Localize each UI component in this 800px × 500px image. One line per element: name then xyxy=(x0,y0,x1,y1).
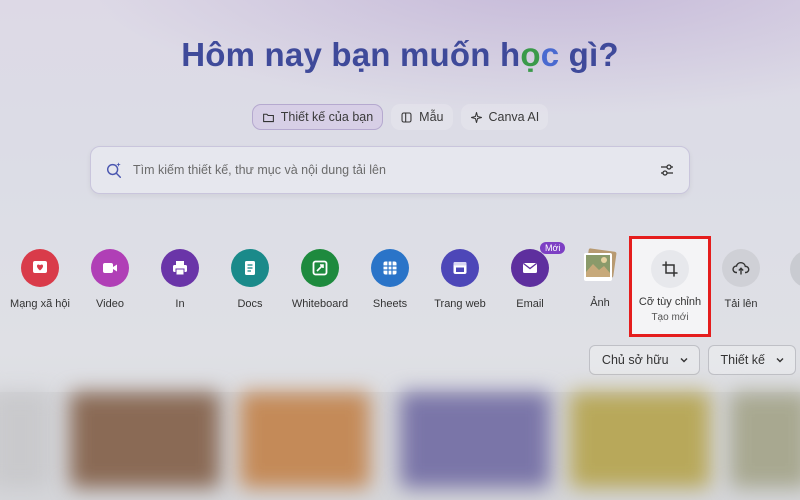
design-filter-label: Thiết kế xyxy=(720,353,765,367)
recent-designs-grid xyxy=(0,392,800,500)
chevron-down-icon xyxy=(680,358,688,363)
category-label: Ảnh xyxy=(590,297,610,309)
headline-letter-2: ọ xyxy=(520,36,541,73)
category-sheets[interactable]: Sheets xyxy=(350,248,430,310)
search-sparkle-icon xyxy=(106,162,122,178)
category-circle xyxy=(441,249,479,287)
category-circle xyxy=(231,249,269,287)
printer-icon xyxy=(173,261,187,276)
owner-filter-dropdown[interactable]: Chủ sở hữu xyxy=(588,345,700,375)
sparkle-icon xyxy=(470,111,482,123)
headline-letter-3: c xyxy=(540,36,560,73)
design-filter-dropdown[interactable]: Thiết kế xyxy=(707,345,796,375)
search-input[interactable] xyxy=(133,163,659,177)
category-photos[interactable]: Ảnh xyxy=(560,248,640,309)
category-circle xyxy=(511,249,549,287)
whiteboard-icon xyxy=(312,260,328,276)
headline-prefix: Hôm nay bạn muốn xyxy=(181,36,501,73)
category-label: Whiteboard xyxy=(291,298,349,310)
custom-size-icon xyxy=(662,261,678,277)
design-thumbnail[interactable] xyxy=(730,392,800,488)
video-icon xyxy=(103,263,117,273)
design-thumbnail[interactable] xyxy=(0,392,50,488)
tab-templates[interactable]: Mẫu xyxy=(391,104,453,130)
tab-label: Thiết kế của bạn xyxy=(280,110,374,124)
design-tabs: Thiết kế của bạn Mẫu Canva AI xyxy=(0,104,800,130)
design-thumbnail[interactable] xyxy=(70,392,220,488)
tab-label: Mẫu xyxy=(419,110,444,124)
category-circle xyxy=(21,249,59,287)
folder-icon xyxy=(262,113,274,122)
category-social-media[interactable]: Mạng xã hội xyxy=(0,248,80,310)
sheets-icon xyxy=(383,261,397,275)
design-thumbnail[interactable] xyxy=(400,392,550,488)
filter-bar: Chủ sở hữu Thiết kế xyxy=(588,345,796,375)
category-circle xyxy=(371,249,409,287)
category-label: Mạng xã hội xyxy=(10,298,70,310)
docs-icon xyxy=(245,261,255,275)
category-circle xyxy=(91,249,129,287)
owner-filter-label: Chủ sở hữu xyxy=(601,353,669,367)
design-thumbnail[interactable] xyxy=(240,392,370,488)
custom-size-label: Cỡ tùy chỉnh xyxy=(638,296,702,308)
tab-canva-ai[interactable]: Canva AI xyxy=(460,104,549,130)
category-whiteboard[interactable]: Whiteboard xyxy=(280,248,360,310)
custom-size-card[interactable]: Cỡ tùy chỉnh Tạo mới xyxy=(629,236,711,337)
category-label: In xyxy=(175,298,185,310)
category-circle xyxy=(301,249,339,287)
upload-cloud-icon xyxy=(732,262,750,275)
design-thumbnail[interactable] xyxy=(570,392,710,488)
category-email[interactable]: Mới Email xyxy=(490,242,570,310)
category-circle xyxy=(651,250,689,288)
category-website[interactable]: Trang web xyxy=(420,248,500,310)
filter-sliders-icon[interactable] xyxy=(659,162,675,178)
chevron-down-icon xyxy=(776,358,784,363)
search-bar xyxy=(90,146,690,194)
category-upload[interactable]: Tải lên xyxy=(701,248,781,310)
category-label: Tải lên xyxy=(724,298,758,310)
tab-your-designs[interactable]: Thiết kế của bạn xyxy=(251,104,384,130)
category-circle xyxy=(722,249,760,287)
tab-label: Canva AI xyxy=(488,110,540,124)
category-video[interactable]: Video xyxy=(70,248,150,310)
website-icon xyxy=(453,262,467,274)
template-icon xyxy=(401,112,412,122)
category-label: Docs xyxy=(237,298,263,310)
category-label: Email xyxy=(516,298,544,310)
category-label: Video xyxy=(96,298,124,310)
photo-icon xyxy=(581,248,619,286)
headline-suffix: gì? xyxy=(559,36,619,73)
heart-icon xyxy=(33,261,47,273)
category-docs[interactable]: Docs xyxy=(210,248,290,310)
email-icon xyxy=(523,262,537,273)
headline-letter-1: h xyxy=(500,36,521,73)
category-print[interactable]: In xyxy=(140,248,220,310)
custom-size-sub: Tạo mới xyxy=(651,312,689,323)
category-label: Sheets xyxy=(372,298,408,310)
category-circle xyxy=(161,249,199,287)
page-headline: Hôm nay bạn muốn học gì? xyxy=(0,36,800,74)
category-label: Trang web xyxy=(434,298,486,310)
